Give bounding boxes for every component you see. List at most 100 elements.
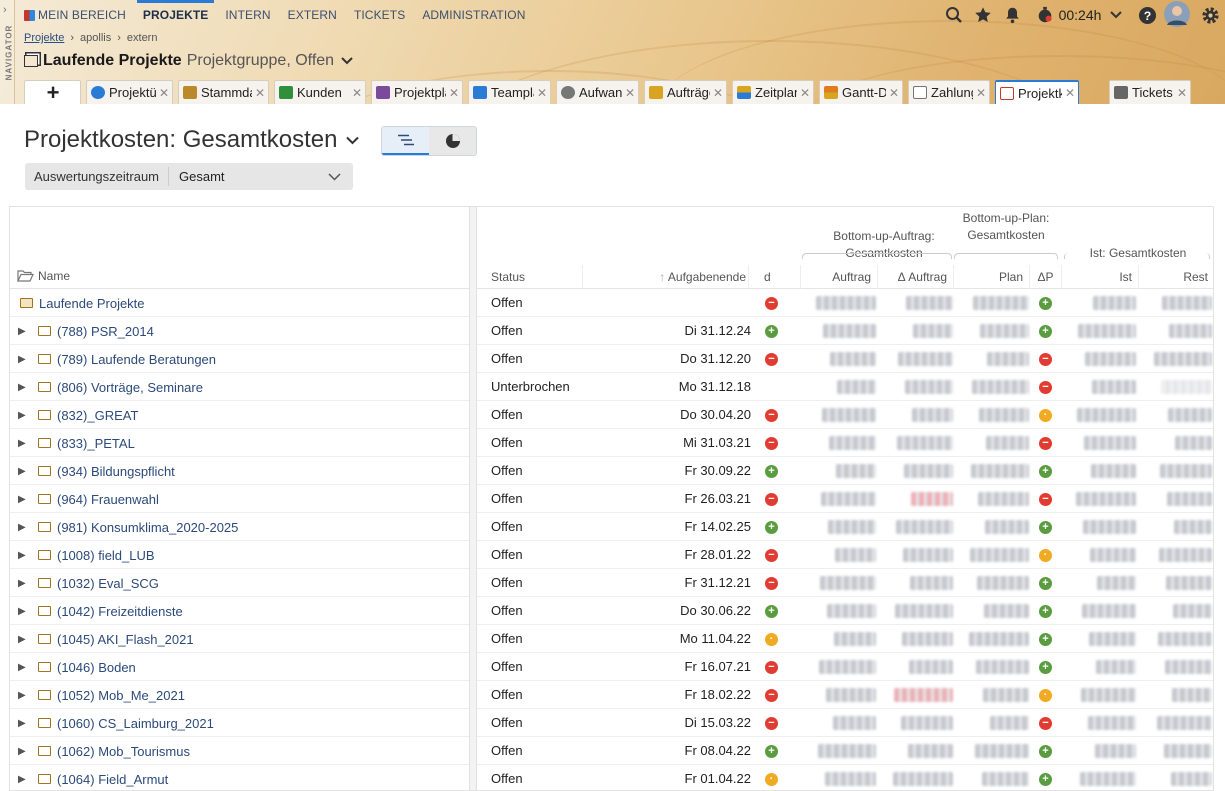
tree-view-button[interactable]	[382, 127, 429, 155]
breadcrumb-projekte[interactable]: Projekte	[24, 32, 64, 44]
column-header-plan[interactable]: Plan	[953, 265, 1029, 289]
pie-view-button[interactable]	[429, 127, 476, 155]
tab-teamplan[interactable]: Teamplan✕	[468, 80, 551, 104]
row-name[interactable]: ▶ (1052) Mob_Me_2021	[18, 681, 185, 709]
close-icon[interactable]: ✕	[889, 86, 899, 100]
close-icon[interactable]: ✕	[976, 86, 986, 100]
menu-projekte[interactable]: PROJEKTE	[136, 0, 215, 30]
chevron-down-icon[interactable]	[346, 136, 360, 145]
chevron-down-icon[interactable]	[1106, 4, 1126, 26]
column-header-name[interactable]: Name	[17, 269, 70, 283]
root-row[interactable]: Laufende Projekte Offen − +	[10, 289, 1213, 317]
column-header-delta-p[interactable]: ΔP	[1029, 265, 1061, 289]
close-icon[interactable]: ✕	[255, 86, 265, 100]
chevron-down-icon[interactable]	[341, 57, 353, 65]
breadcrumb-apollis[interactable]: apollis	[80, 32, 111, 44]
tab-projektuebersicht[interactable]: Projektüb✕	[86, 80, 173, 104]
tab-tickets[interactable]: Tickets ✕	[1109, 80, 1191, 104]
chevron-right-icon[interactable]: ›	[3, 4, 7, 16]
expand-icon[interactable]: ▶	[18, 522, 34, 533]
table-row[interactable]: ▶ (1032) Eval_SCG Offen Fr 31.12.21− +	[10, 569, 1213, 597]
table-row[interactable]: ▶ (1064) Field_Armut Offen Fr 01.04.22 · +	[10, 765, 1213, 790]
row-name[interactable]: ▶ (806) Vorträge, Seminare	[18, 373, 203, 401]
row-name[interactable]: ▶ (1064) Field_Armut	[18, 765, 168, 790]
menu-intern[interactable]: INTERN	[225, 0, 270, 30]
table-row[interactable]: ▶ (788) PSR_2014 Offen Di 31.12.24 + +	[10, 317, 1213, 345]
stopwatch-icon[interactable]	[1035, 4, 1055, 26]
row-name[interactable]: ▶ (1042) Freizeitdienste	[18, 597, 183, 625]
add-tab-button[interactable]: +	[24, 80, 81, 104]
close-icon[interactable]: ✕	[713, 86, 723, 100]
table-row[interactable]: ▶ (1060) CS_Laimburg_2021 Offen Di 15.03.22…	[10, 709, 1213, 737]
pane-splitter[interactable]	[469, 207, 477, 790]
close-icon[interactable]: ✕	[625, 86, 635, 100]
row-name[interactable]: ▶ (1032) Eval_SCG	[18, 569, 159, 597]
table-row[interactable]: ▶ (1045) AKI_Flash_2021 Offen Mo 11.04.22 · +	[10, 625, 1213, 653]
column-header-d[interactable]: d	[764, 270, 771, 284]
tab-zahlungen[interactable]: Zahlungen✕	[908, 80, 990, 104]
column-header-status[interactable]: Status	[491, 270, 525, 284]
expand-icon[interactable]: ▶	[18, 466, 34, 477]
column-header-aufgabenende[interactable]: ↑ Aufgabenende	[582, 265, 749, 289]
close-icon[interactable]: ✕	[1177, 86, 1187, 100]
tab-zeitplan[interactable]: Zeitplan ✕	[732, 80, 814, 104]
table-row[interactable]: ▶ (833)_PETAL Offen Mi 31.03.21 − −	[10, 429, 1213, 457]
navigator-strip[interactable]: › NAVIGATOR	[0, 0, 15, 104]
expand-icon[interactable]: ▶	[18, 774, 34, 785]
breadcrumb-extern[interactable]: extern	[127, 32, 158, 44]
expand-icon[interactable]: ▶	[18, 578, 34, 589]
row-name[interactable]: ▶ (833)_PETAL	[18, 429, 135, 457]
row-name[interactable]: ▶ (934) Bildungspflicht	[18, 457, 175, 485]
timer-display[interactable]: 00:24h	[1057, 4, 1103, 26]
table-row[interactable]: ▶ (1008) field_LUB Offen Fr 28.01.22− ·	[10, 541, 1213, 569]
expand-icon[interactable]: ▶	[18, 326, 34, 337]
expand-icon[interactable]: ▶	[18, 438, 34, 449]
table-row[interactable]: ▶ (981) Konsumklima_2020-2025 Offen Fr 14.0…	[10, 513, 1213, 541]
expand-icon[interactable]: ▶	[18, 410, 34, 421]
row-name[interactable]: ▶ (832)_GREAT	[18, 401, 138, 429]
menu-tickets[interactable]: TICKETS	[354, 0, 405, 30]
tab-stammdaten[interactable]: Stammdate✕	[178, 80, 269, 104]
help-icon[interactable]: ?	[1137, 4, 1157, 26]
menu-mein-bereich[interactable]: MEIN BEREICH	[24, 0, 126, 30]
star-icon[interactable]	[973, 4, 993, 26]
row-name[interactable]: Laufende Projekte	[18, 289, 145, 317]
row-name[interactable]: ▶ (964) Frauenwahl	[18, 485, 159, 513]
tab-aufwand[interactable]: Aufwand✕	[556, 80, 639, 104]
expand-icon[interactable]: ▶	[18, 746, 34, 757]
expand-icon[interactable]: ▶	[18, 690, 34, 701]
row-name[interactable]: ▶ (1062) Mob_Tourismus	[18, 737, 190, 765]
page-title[interactable]: Laufende Projekte Projektgruppe, Offen	[24, 52, 353, 70]
view-heading[interactable]: Projektkosten: Gesamtkosten	[24, 126, 360, 154]
chevron-down-icon[interactable]	[328, 172, 341, 181]
expand-icon[interactable]: ▶	[18, 382, 34, 393]
row-name[interactable]: ▶ (788) PSR_2014	[18, 317, 154, 345]
table-row[interactable]: ▶ (832)_GREAT Offen Do 30.04.20 − ·	[10, 401, 1213, 429]
table-row[interactable]: ▶ (789) Laufende Beratungen Offen Do 31.12.…	[10, 345, 1213, 373]
menu-extern[interactable]: EXTERN	[288, 0, 337, 30]
column-header-ist[interactable]: Ist	[1061, 265, 1138, 289]
row-name[interactable]: ▶ (981) Konsumklima_2020-2025	[18, 513, 238, 541]
tab-kunden[interactable]: Kunden ✕	[274, 80, 366, 104]
expand-icon[interactable]: ▶	[18, 718, 34, 729]
close-icon[interactable]: ✕	[449, 86, 459, 100]
tab-projektkosten[interactable]: Projektk ✕	[995, 80, 1079, 104]
expand-icon[interactable]: ▶	[18, 550, 34, 561]
bell-icon[interactable]	[1002, 4, 1022, 26]
tab-auftraege[interactable]: Aufträge✕	[644, 80, 727, 104]
close-icon[interactable]: ✕	[800, 86, 810, 100]
expand-icon[interactable]: ▶	[18, 494, 34, 505]
table-row[interactable]: ▶ (806) Vorträge, Seminare Unterbrochen Mo …	[10, 373, 1213, 401]
row-name[interactable]: ▶ (1060) CS_Laimburg_2021	[18, 709, 214, 737]
expand-icon[interactable]: ▶	[18, 634, 34, 645]
expand-icon[interactable]: ▶	[18, 354, 34, 365]
avatar[interactable]	[1163, 0, 1191, 28]
table-row[interactable]: ▶ (1052) Mob_Me_2021 Offen Fr 18.02.22− ·	[10, 681, 1213, 709]
row-name[interactable]: ▶ (1008) field_LUB	[18, 541, 155, 569]
column-header-auftrag[interactable]: Auftrag	[800, 265, 877, 289]
row-name[interactable]: ▶ (1045) AKI_Flash_2021	[18, 625, 194, 653]
close-icon[interactable]: ✕	[352, 86, 362, 100]
row-name[interactable]: ▶ (1046) Boden	[18, 653, 136, 681]
menu-administration[interactable]: ADMINISTRATION	[422, 0, 525, 30]
table-row[interactable]: ▶ (1062) Mob_Tourismus Offen Fr 08.04.22 + +	[10, 737, 1213, 765]
